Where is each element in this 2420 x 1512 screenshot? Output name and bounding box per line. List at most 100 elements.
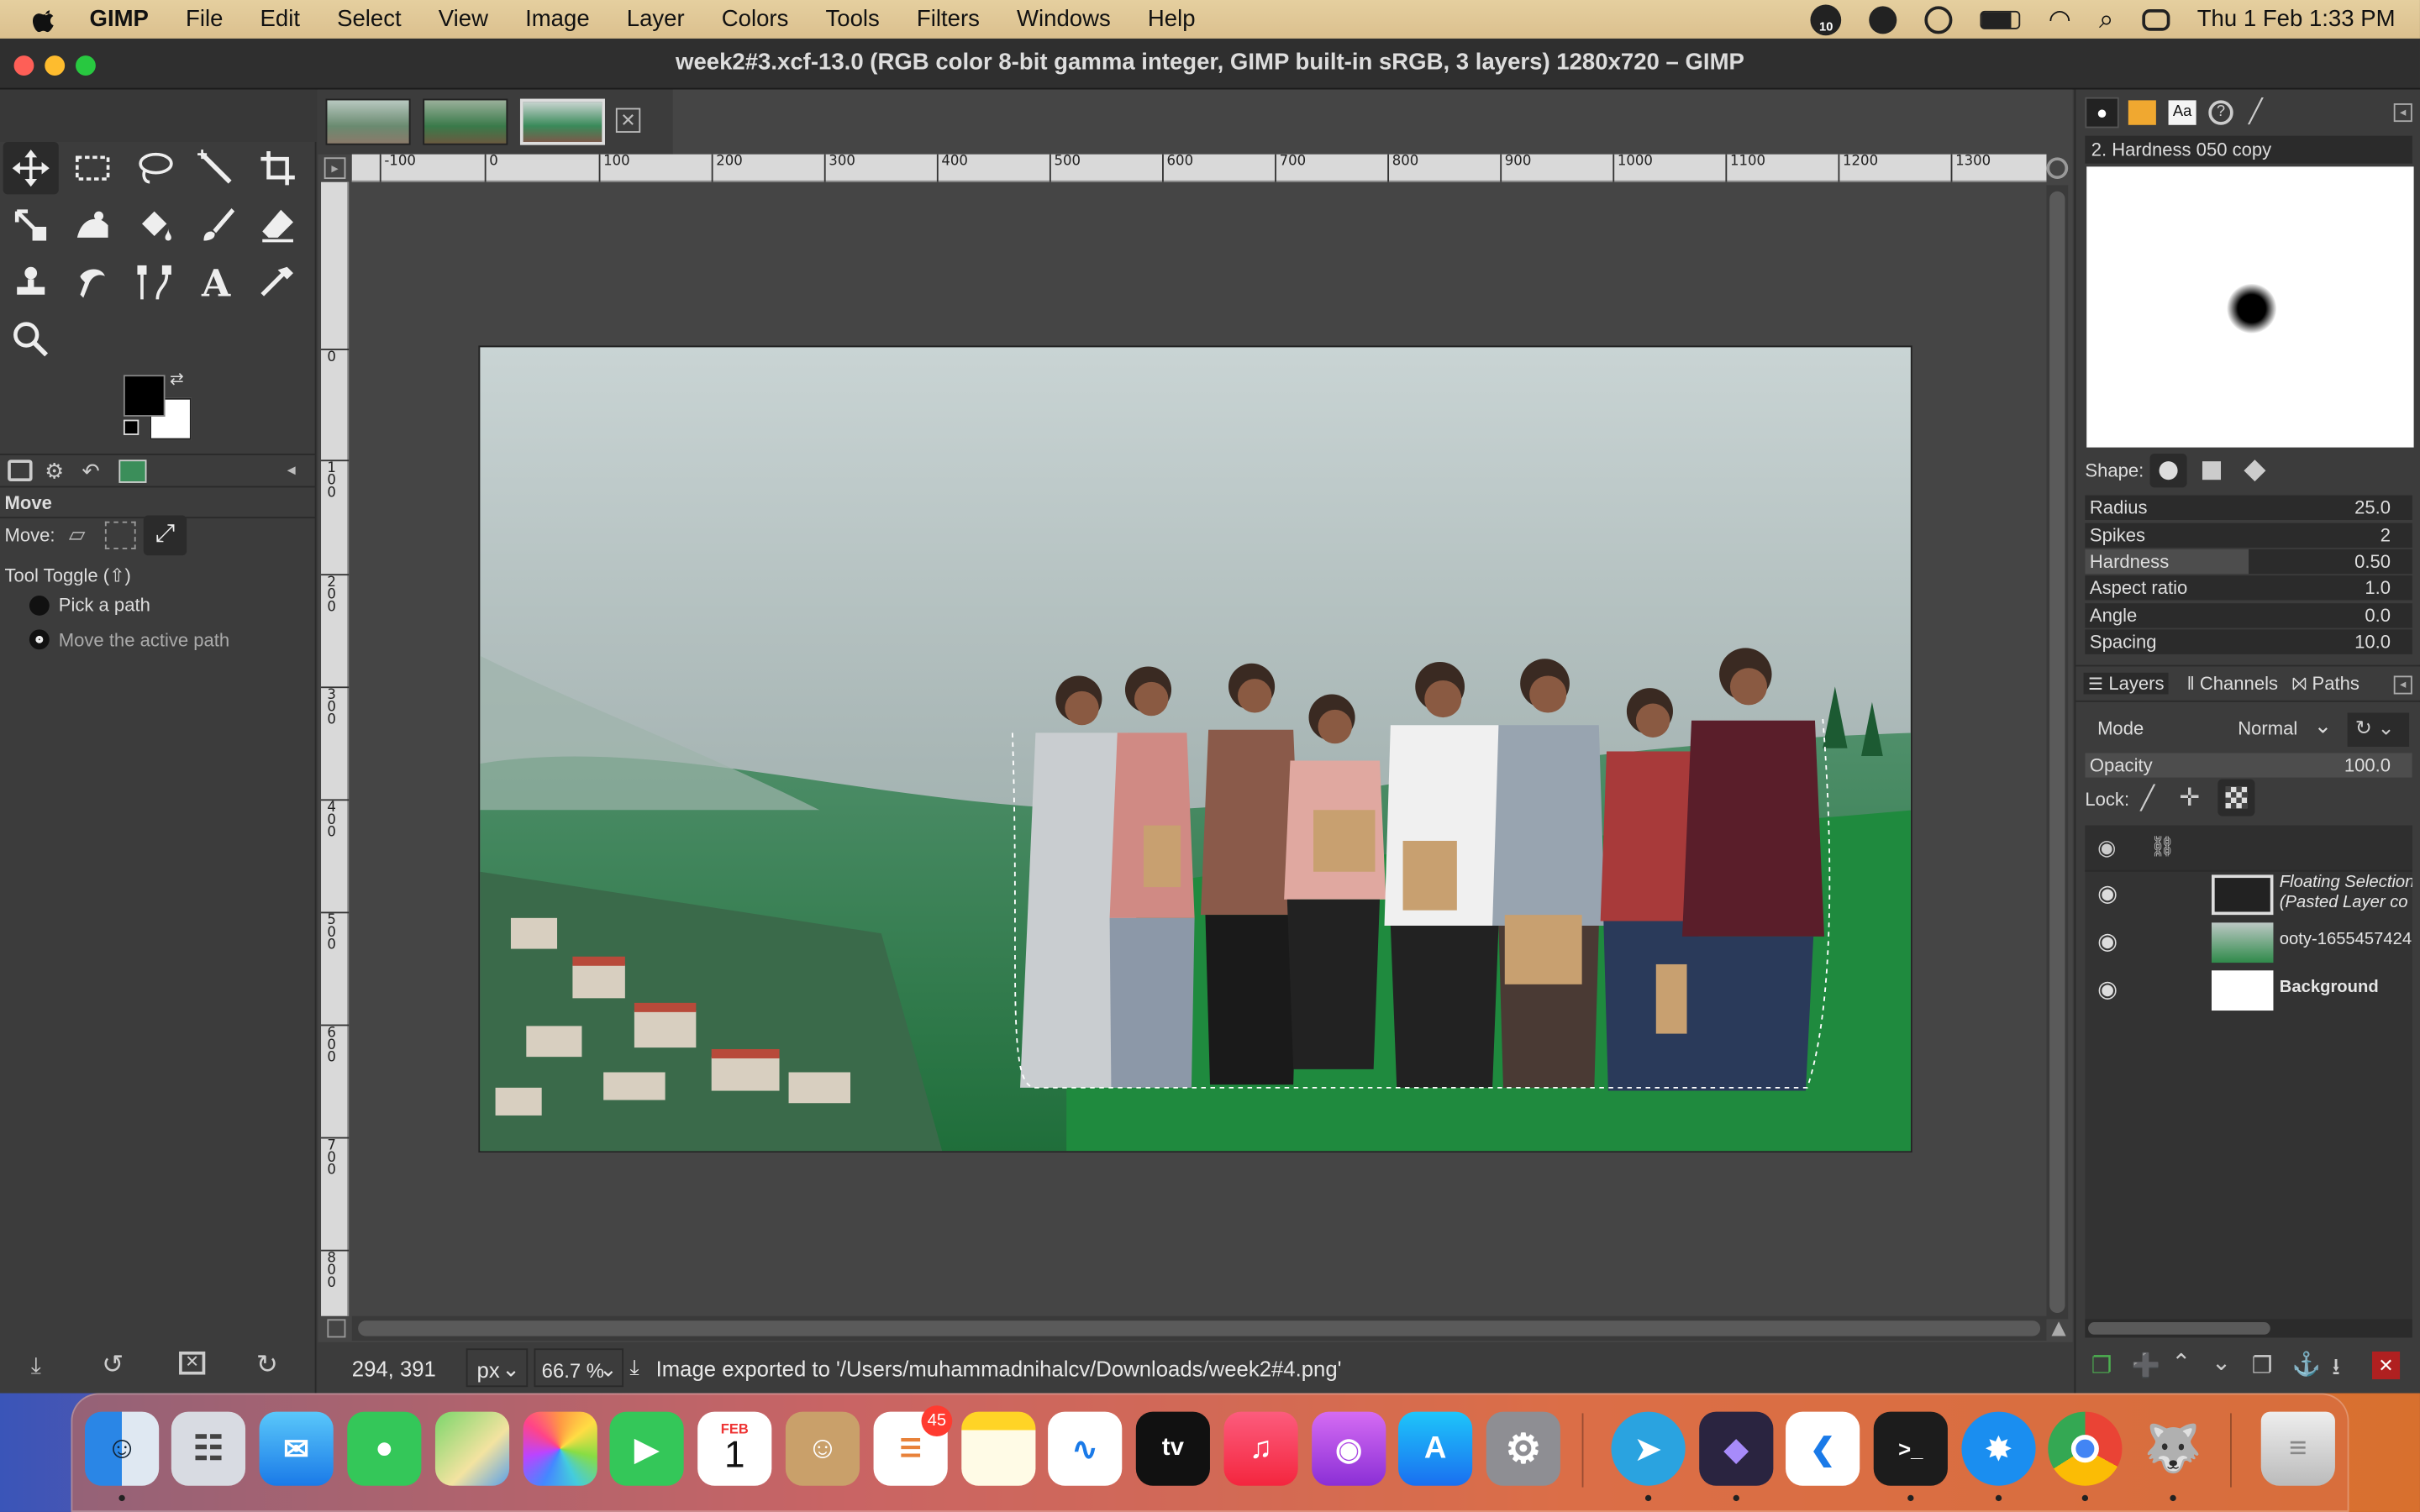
dock-maps[interactable] (434, 1411, 510, 1486)
clone-tool[interactable] (3, 256, 59, 308)
horizontal-scrollbar[interactable] (351, 1315, 2047, 1341)
raise-layer-icon[interactable]: ⌃ (2171, 1348, 2191, 1376)
layer-row[interactable]: ◉ ooty-1655457424 (2085, 920, 2420, 968)
move-selection-option-icon[interactable] (104, 521, 136, 549)
new-layer-group-icon[interactable]: ➕ (2131, 1352, 2160, 1379)
dock-telegram[interactable]: ➤ (1611, 1411, 1686, 1486)
quick-mask-toggle[interactable] (327, 1319, 346, 1338)
dock-messages[interactable]: ● (347, 1411, 422, 1486)
reset-tool-options-icon[interactable]: ↻ (256, 1350, 278, 1381)
dock-calendar[interactable]: FEB 1 (697, 1411, 772, 1486)
move-tool[interactable] (3, 141, 59, 195)
delete-tool-preset-icon[interactable]: ✕ (179, 1351, 206, 1375)
dock-music[interactable]: ♫ (1223, 1411, 1298, 1486)
dock-app-store[interactable]: A (1398, 1411, 1473, 1486)
configure-layers-tab-icon[interactable]: ◂ (2393, 675, 2412, 695)
fonts-tab-icon[interactable]: Aa (2168, 100, 2196, 125)
new-layer-icon[interactable]: ❐ (2091, 1352, 2112, 1379)
battery-icon[interactable] (1980, 9, 2021, 29)
shape-circle-button[interactable] (2149, 453, 2187, 488)
dock-apple-tv[interactable]: tv (1135, 1411, 1210, 1486)
delete-layer-icon[interactable]: ✕ (2372, 1351, 2401, 1380)
unit-select[interactable]: px ⌄ (466, 1348, 529, 1388)
zoom-follow-icon[interactable]: ▲ (2046, 1316, 2070, 1344)
mode-reset-icon[interactable]: ↻ ⌄ (2347, 712, 2410, 747)
wifi-icon[interactable]: ◠ (2049, 4, 2071, 35)
device-status-tab-icon[interactable]: ⚙ (45, 458, 64, 484)
lock-pixels-icon[interactable]: ╱ (2141, 784, 2155, 811)
layer-row[interactable]: ◉ Floating Selection (Pasted Layer co (2085, 872, 2420, 920)
dock-finder[interactable]: ☺ (85, 1411, 160, 1486)
dock-podcasts[interactable]: ◉ (1312, 1411, 1386, 1486)
brush-spikes-slider[interactable]: Spikes 2 (2085, 522, 2412, 549)
shape-square-button[interactable] (2202, 461, 2222, 480)
layer-mode-select[interactable]: Normal ⌄ (2230, 711, 2335, 745)
zoom-select[interactable]: 66.7 % ⌄ (534, 1348, 624, 1388)
dock-trash[interactable]: ≡ (2260, 1411, 2335, 1486)
menu-layer[interactable]: Layer (608, 0, 703, 39)
restore-tool-preset-icon[interactable]: ↺ (102, 1350, 124, 1381)
dock-mail[interactable]: ✉ (259, 1411, 334, 1486)
layer-name[interactable]: ooty-1655457424 (2280, 931, 2412, 949)
canvas-image[interactable] (478, 345, 1912, 1153)
dock-terminal[interactable]: >_ (1873, 1411, 1948, 1486)
menu-app-name[interactable]: GIMP (71, 0, 167, 39)
undo-history-tab-icon[interactable]: ↶ (82, 458, 100, 484)
vertical-scrollbar[interactable] (2046, 185, 2069, 1320)
layer-opacity-slider[interactable]: Opacity 100.0 (2085, 753, 2412, 778)
vertical-scroll-thumb[interactable] (2049, 191, 2065, 1314)
default-colors-icon[interactable] (123, 419, 139, 435)
menu-image[interactable]: Image (507, 0, 608, 39)
menu-view[interactable]: View (420, 0, 507, 39)
eye-icon[interactable]: ◉ (2097, 975, 2118, 1003)
dock-photos[interactable] (523, 1411, 597, 1486)
save-tool-preset-icon[interactable]: ⤓ (31, 1353, 41, 1379)
unified-transform-tool[interactable] (3, 199, 59, 251)
lower-layer-icon[interactable]: ⌄ (2212, 1348, 2231, 1376)
quick-mask-corner-icon[interactable]: ▸ (324, 157, 346, 180)
configure-dock-icon[interactable]: ◂ (2393, 103, 2412, 123)
lock-position-icon[interactable]: ✛ (2179, 782, 2200, 813)
menu-filters[interactable]: Filters (898, 0, 998, 39)
duplicate-layer-icon[interactable]: ❐ (2252, 1352, 2273, 1379)
image-tab-3[interactable] (519, 98, 605, 145)
tool-options-tab-icon[interactable] (8, 459, 33, 482)
brush-aspect-slider[interactable]: Aspect ratio 1.0 (2085, 575, 2412, 601)
menu-edit[interactable]: Edit (241, 0, 318, 39)
color-picker-tool[interactable] (250, 256, 306, 308)
paths-tool[interactable] (127, 256, 182, 308)
dock-facetime[interactable]: ▶ (609, 1411, 684, 1486)
vertical-ruler[interactable]: 0 1 0 0 2 0 0 3 0 0 4 0 0 5 0 0 6 0 0 7 0 0 8 0 … (321, 181, 350, 1316)
dock-obsidian[interactable]: ◆ (1699, 1411, 1774, 1486)
rect-select-tool[interactable] (65, 142, 120, 194)
move-active-path-radio[interactable] (29, 629, 50, 650)
move-layer-option-icon[interactable]: ▱ (61, 522, 92, 549)
menu-windows[interactable]: Windows (998, 0, 1129, 39)
close-image-tab-icon[interactable]: ✕ (615, 108, 641, 133)
menubar-clock[interactable]: Thu 1 Feb 1:33 PM (2197, 6, 2396, 32)
free-select-tool[interactable] (127, 142, 182, 194)
image-tab-2[interactable] (423, 98, 508, 145)
menu-select[interactable]: Select (318, 0, 420, 39)
zoom-tool[interactable] (3, 313, 59, 365)
dock-launchpad[interactable]: ☷ (171, 1411, 246, 1486)
dock-gimp[interactable]: 🐺 (2136, 1412, 2210, 1486)
spotlight-search-icon[interactable]: ⌕ (2099, 4, 2114, 35)
paintbrush-tool[interactable] (188, 199, 244, 251)
patterns-tab-icon[interactable] (2128, 100, 2156, 125)
swap-colors-icon[interactable]: ⇄ (170, 369, 184, 389)
play-icon[interactable] (1924, 5, 1953, 34)
menu-file[interactable]: File (167, 0, 241, 39)
dock-chrome[interactable] (2048, 1411, 2123, 1486)
apple-logo-icon[interactable] (31, 5, 59, 33)
layer-name[interactable]: Floating Selection (Pasted Layer co (2280, 874, 2412, 914)
images-tab-icon[interactable] (118, 459, 147, 483)
text-tool[interactable]: A (188, 256, 244, 308)
fuzzy-select-tool[interactable] (188, 142, 244, 194)
creative-cloud-icon[interactable] (1869, 5, 1897, 34)
eye-icon[interactable]: ◉ (2097, 927, 2118, 955)
eye-icon[interactable]: ◉ (2097, 879, 2118, 907)
horizontal-scroll-thumb[interactable] (358, 1320, 2041, 1336)
move-path-option-icon[interactable]: ⤢ (143, 515, 187, 556)
menu-help[interactable]: Help (1129, 0, 1214, 39)
